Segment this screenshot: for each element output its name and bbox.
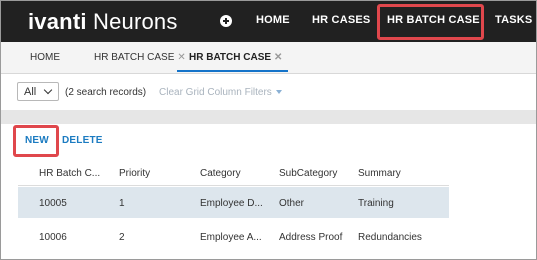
column-header-priority[interactable]: Priority	[119, 168, 150, 179]
nav-home[interactable]: HOME	[256, 14, 290, 26]
chevron-down-icon	[43, 85, 53, 95]
delete-button[interactable]: DELETE	[62, 135, 103, 146]
cell-id: 10005	[39, 198, 67, 209]
cell-summary: Training	[358, 198, 394, 209]
cell-category: Employee D...	[200, 198, 263, 209]
tab-hr-batch-case-2[interactable]: HR BATCH CASE ✕	[189, 52, 282, 63]
top-header: ivanti Neurons HOME HR CASES HR BATCH CA…	[1, 1, 536, 42]
cell-priority: 2	[119, 232, 125, 243]
cell-subcategory: Address Proof	[279, 232, 343, 243]
column-header-hr-batch[interactable]: HR Batch C...	[39, 168, 100, 179]
caret-down-icon	[275, 90, 282, 95]
column-header-subcategory[interactable]: SubCategory	[279, 168, 337, 179]
record-filter-select[interactable]: All	[17, 82, 59, 101]
highlight-box-new	[13, 125, 59, 157]
table-row[interactable]: 10005 1 Employee D... Other Training	[18, 187, 449, 218]
active-tab-indicator	[177, 70, 288, 72]
cell-priority: 1	[119, 198, 125, 209]
column-header-category[interactable]: Category	[200, 168, 241, 179]
cell-id: 10006	[39, 232, 67, 243]
close-icon[interactable]: ✕	[274, 52, 282, 63]
add-icon[interactable]	[220, 15, 232, 27]
tab-home[interactable]: HOME	[30, 52, 60, 63]
filter-bar: All (2 search records) Clear Grid Column…	[1, 74, 536, 110]
cell-summary: Redundancies	[358, 232, 422, 243]
cell-category: Employee A...	[200, 232, 262, 243]
brand-logo: ivanti Neurons	[28, 9, 178, 34]
clear-grid-filters-link[interactable]: Clear Grid Column Filters	[159, 87, 282, 98]
close-icon[interactable]: ✕	[177, 52, 185, 63]
column-header-summary[interactable]: Summary	[358, 168, 401, 179]
search-records-count: (2 search records)	[65, 87, 147, 98]
nav-hr-cases[interactable]: HR CASES	[312, 14, 370, 26]
cell-subcategory: Other	[279, 198, 305, 209]
nav-tasks[interactable]: TASKS	[495, 14, 532, 26]
highlight-box-nav	[377, 4, 484, 40]
separator-bar	[1, 110, 536, 124]
app-window: ivanti Neurons HOME HR CASES HR BATCH CA…	[0, 0, 537, 260]
table-row[interactable]: 10006 2 Employee A... Address Proof Redu…	[18, 221, 449, 252]
tab-hr-batch-case-1[interactable]: HR BATCH CASE ✕	[94, 52, 186, 63]
grid-header: HR Batch C... Priority Category SubCateg…	[18, 161, 449, 186]
workspace-tabs: HOME HR BATCH CASE ✕ HR BATCH CASE ✕	[1, 42, 536, 74]
